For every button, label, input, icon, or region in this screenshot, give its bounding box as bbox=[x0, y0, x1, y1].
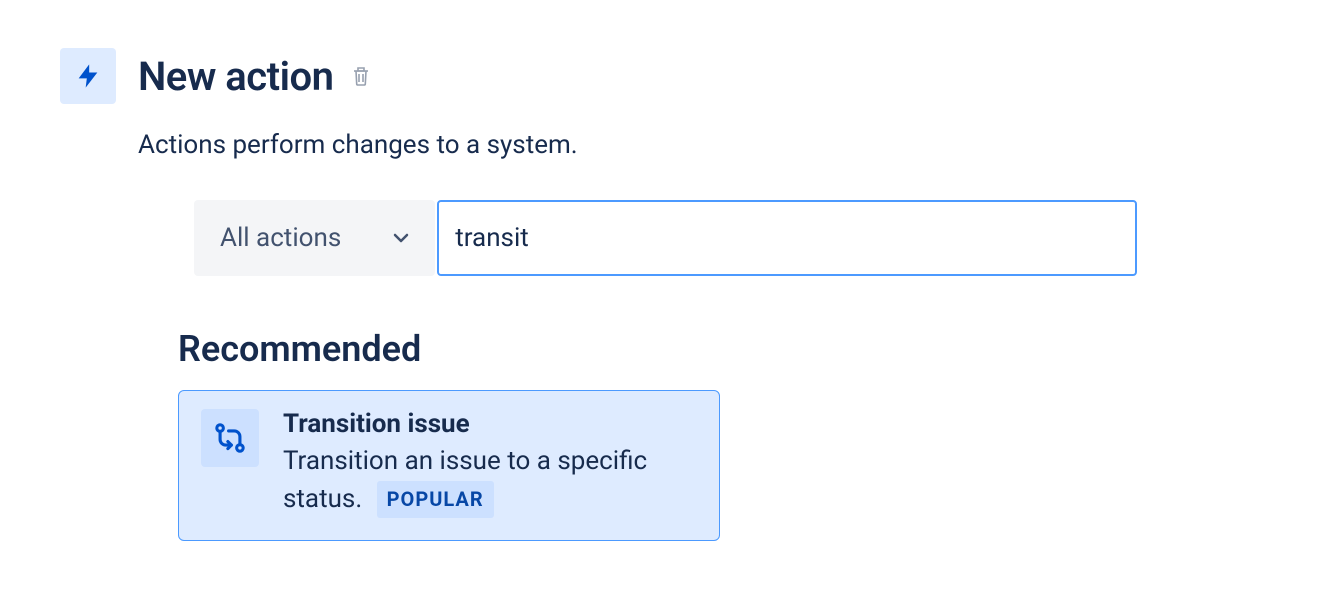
delete-button[interactable] bbox=[347, 62, 375, 90]
page-subtitle: Actions perform changes to a system. bbox=[138, 130, 1264, 160]
chevron-down-icon bbox=[389, 226, 413, 250]
card-title: Transition issue bbox=[283, 409, 697, 439]
trash-icon bbox=[349, 64, 373, 88]
card-description: Transition an issue to a specific status… bbox=[283, 443, 697, 518]
popular-badge: POPULAR bbox=[377, 481, 494, 518]
action-card-transition-issue[interactable]: Transition issue Transition an issue to … bbox=[178, 390, 720, 541]
transition-icon bbox=[201, 409, 259, 467]
section-heading-recommended: Recommended bbox=[178, 328, 1264, 370]
dropdown-label: All actions bbox=[220, 223, 341, 253]
actions-filter-dropdown[interactable]: All actions bbox=[194, 200, 435, 276]
page-title: New action bbox=[138, 53, 333, 100]
action-search-input[interactable] bbox=[437, 200, 1137, 276]
action-lightning-icon bbox=[60, 48, 116, 104]
